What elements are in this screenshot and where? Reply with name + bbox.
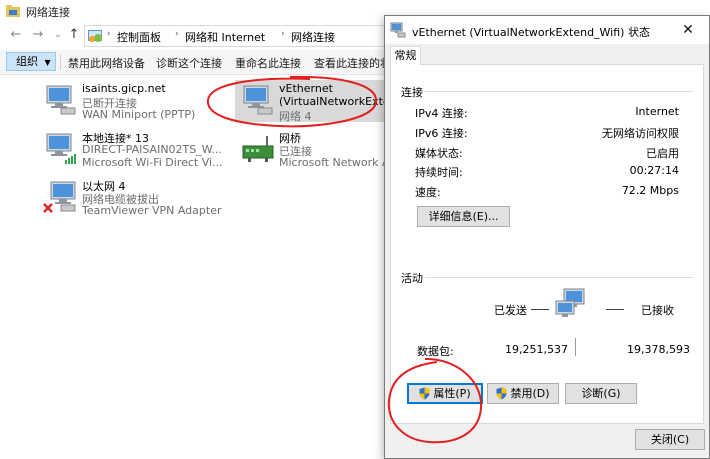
speed-value: 72.2 Mbps xyxy=(621,184,679,197)
properties-label: 属性(P) xyxy=(433,387,471,400)
packets-received-value: 19,378,593 xyxy=(627,343,690,356)
dialog-title: vEthernet (VirtualNetworkExtend_Wifi) 状态 xyxy=(412,26,650,39)
connection-list: isaints.gicp.net 已断开连接 WAN Miniport (PPT… xyxy=(0,75,420,459)
sent-label: 已发送 xyxy=(494,304,527,317)
organize-label: 组织 xyxy=(16,55,38,68)
diagnose-button[interactable]: 诊断(G) xyxy=(565,383,637,404)
properties-button[interactable]: 属性(P) xyxy=(407,383,483,404)
back-arrow-icon[interactable]: ← xyxy=(8,27,24,43)
breadcrumb-chevron-icon: › xyxy=(175,29,179,39)
explorer-title: 网络连接 xyxy=(26,6,70,19)
speed-label: 速度: xyxy=(415,186,441,199)
ipv4-label: IPv4 连接: xyxy=(415,107,468,120)
breadcrumb-network-internet[interactable]: 网络和 Internet xyxy=(185,29,265,45)
network-bridge-icon xyxy=(242,136,274,162)
close-icon[interactable]: ✕ xyxy=(673,20,703,40)
rename-connection-button[interactable]: 重命名此连接 xyxy=(235,55,301,71)
connection-section-heading: 连接 xyxy=(401,86,423,99)
organize-button[interactable]: 组织 ▼ xyxy=(6,52,56,71)
media-state-label: 媒体状态: xyxy=(415,147,463,160)
duration-value: 00:27:14 xyxy=(629,164,679,177)
ipv6-value: 无网络访问权限 xyxy=(602,127,679,140)
connection-item-bridge[interactable]: 网桥 已连接 Microsoft Network Ada... xyxy=(235,128,414,170)
activity-computers-icon xyxy=(555,288,585,317)
sent-line xyxy=(531,309,549,310)
connection-device: Microsoft Wi-Fi Direct Vi... xyxy=(82,156,223,169)
disconnected-ethernet-icon xyxy=(43,181,76,213)
wifi-connection-icon xyxy=(46,133,76,164)
vethernet-connection-icon xyxy=(243,85,273,115)
disable-button[interactable]: 禁用(D) xyxy=(487,383,559,404)
ipv6-label: IPv6 连接: xyxy=(415,127,468,140)
uac-shield-icon xyxy=(496,387,507,400)
received-label: 已接收 xyxy=(641,304,674,317)
breadcrumb-chevron-icon: › xyxy=(107,29,111,39)
activity-section-heading: 活动 xyxy=(401,272,423,285)
section-divider xyxy=(425,91,693,92)
connection-item-vethernet[interactable]: vEthernet (VirtualNetworkExtend_... 网络 4 xyxy=(235,80,420,123)
breadcrumb-chevron-icon: › xyxy=(281,29,285,39)
duration-label: 持续时间: xyxy=(415,166,463,179)
toolbar-divider xyxy=(60,54,61,70)
breadcrumb-control-panel[interactable]: 控制面板 xyxy=(117,29,161,45)
details-button[interactable]: 详细信息(E)... xyxy=(417,206,510,227)
connection-device: TeamViewer VPN Adapter xyxy=(82,204,222,217)
packets-label: 数据包: xyxy=(417,345,454,358)
tab-general[interactable]: 常规 xyxy=(390,46,421,65)
dropdown-arrow-icon: ▼ xyxy=(44,58,51,67)
connection-status: DIRECT-PAISAIN02TS_W... xyxy=(82,143,222,156)
vpn-connection-icon xyxy=(46,85,76,115)
general-tab-panel: 连接 IPv4 连接: Internet IPv6 连接: 无网络访问权限 媒体… xyxy=(390,64,704,424)
control-panel-icon xyxy=(88,30,102,42)
network-adapter-icon xyxy=(390,22,406,38)
dialog-titlebar: vEthernet (VirtualNetworkExtend_Wifi) 状态… xyxy=(385,16,709,44)
connection-name: isaints.gicp.net xyxy=(82,82,166,95)
connection-device: WAN Miniport (PPTP) xyxy=(82,108,196,121)
disable-label: 禁用(D) xyxy=(510,387,550,400)
section-divider xyxy=(425,277,693,278)
disable-device-button[interactable]: 禁用此网络设备 xyxy=(68,55,145,71)
connection-item-pptp[interactable]: isaints.gicp.net 已断开连接 WAN Miniport (PPT… xyxy=(38,80,228,122)
network-folder-icon xyxy=(6,5,20,17)
forward-arrow-icon[interactable]: → xyxy=(30,27,46,43)
diagnose-connection-button[interactable]: 诊断这个连接 xyxy=(156,55,222,71)
connection-item-local-13[interactable]: 本地连接* 13 DIRECT-PAISAIN02TS_W... Microso… xyxy=(38,128,228,170)
connection-name: vEthernet xyxy=(279,82,333,95)
uac-shield-icon xyxy=(419,387,430,400)
up-arrow-icon[interactable]: ↑ xyxy=(66,27,82,43)
connection-item-ethernet-4[interactable]: 以太网 4 网络电缆被拔出 TeamViewer VPN Adapter xyxy=(38,176,228,218)
connection-status-dialog: vEthernet (VirtualNetworkExtend_Wifi) 状态… xyxy=(384,15,710,459)
packets-sent-value: 19,251,537 xyxy=(505,343,568,356)
address-box[interactable]: › 控制面板 › 网络和 Internet › 网络连接 xyxy=(84,25,386,47)
media-state-value: 已启用 xyxy=(646,147,679,160)
connection-device: 网络 4 xyxy=(279,110,312,123)
ipv4-value: Internet xyxy=(635,105,679,118)
breadcrumb-network-connections[interactable]: 网络连接 xyxy=(291,29,335,45)
close-button[interactable]: 关闭(C) xyxy=(635,429,705,450)
received-line xyxy=(606,309,624,310)
packets-divider xyxy=(575,338,576,356)
recent-chevron-icon[interactable]: ⌄ xyxy=(50,27,66,43)
